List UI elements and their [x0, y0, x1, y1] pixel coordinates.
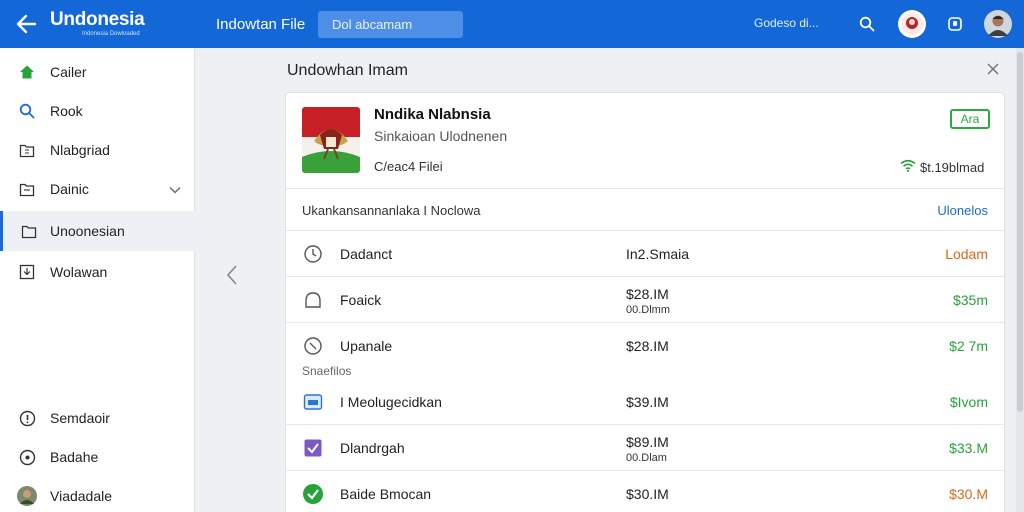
timer-icon	[302, 243, 324, 265]
download-icon	[0, 264, 50, 280]
status-badge[interactable]: Ara	[950, 109, 990, 129]
chevron-down-icon[interactable]	[169, 181, 181, 197]
panel-title: Undowhan Imam	[287, 62, 408, 79]
item-size: $28.IM 00.Dlmm	[626, 286, 670, 318]
sidebar-item-unoonesian[interactable]: Unoonesian	[0, 211, 195, 251]
item-size-sub: 00.Dlam	[626, 452, 667, 464]
item-name: Foaick	[340, 292, 382, 308]
item-size: $89.IM 00.Dlam	[626, 434, 669, 466]
list-item[interactable]: Dlandrgah $89.IM 00.Dlam $33.M	[286, 425, 1004, 471]
avatar	[0, 486, 50, 506]
sidebar-item-label: Badahe	[50, 449, 99, 465]
section-bar: Ukankansannanlaka I Noclowa Ulonelos	[286, 189, 1004, 231]
sidebar-item-label: Wolawan	[50, 264, 108, 280]
list-item[interactable]: Upanale $28.IM $2 7m	[286, 323, 1004, 369]
item-size: $30.IM	[626, 486, 669, 502]
sidebar-item-viadadale[interactable]: Viadadale	[0, 476, 195, 512]
check-box-icon	[302, 437, 324, 459]
folder-icon	[0, 182, 50, 197]
window-icon	[302, 391, 324, 413]
sidebar-item-semdaoir[interactable]: Semdaoir	[0, 398, 195, 438]
sidebar-item-label: Cailer	[50, 64, 87, 80]
search-icon[interactable]	[853, 10, 881, 38]
item-size: In2.Smaia	[626, 246, 690, 262]
item-name: Upanale	[340, 338, 393, 354]
wifi-icon	[900, 159, 916, 175]
app-header: Nndika Nlabnsia Sinkaioan Ulodnenen C/ea…	[286, 93, 1004, 189]
gauge-icon	[302, 335, 324, 357]
app-name: Nndika Nlabnsia	[374, 106, 491, 123]
info-icon	[0, 410, 50, 427]
top-bar: Undonesia Indonesia Dowloaded Indowtan F…	[0, 0, 1024, 48]
close-icon[interactable]	[986, 62, 1000, 81]
home-icon	[0, 64, 50, 80]
item-size: $39.IM	[626, 394, 669, 410]
sidebar-item-label: Viadadale	[50, 488, 113, 504]
list-item[interactable]: I Meolugecidkan $39.IM $Ivom	[286, 379, 1004, 425]
sidebar-item-label: Rook	[50, 103, 83, 119]
download-card: Nndika Nlabnsia Sinkaioan Ulodnenen C/ea…	[285, 92, 1005, 512]
sidebar-item-label: Semdaoir	[50, 410, 110, 426]
list-item[interactable]: Dadanct In2.Smaia Lodam	[286, 231, 1004, 277]
app-logo	[302, 107, 360, 173]
sidebar-item-label: Nlabgriad	[50, 142, 110, 158]
item-size-main: $89.IM	[626, 434, 669, 450]
folder-icon	[3, 224, 50, 239]
cloud-icon	[302, 289, 324, 311]
sidebar-item-label: Unoonesian	[50, 223, 125, 239]
search-input[interactable]: Dol abcamam	[318, 10, 463, 38]
item-price: $30.M	[949, 486, 988, 502]
user-avatar[interactable]	[984, 10, 1012, 38]
item-price: $2 7m	[949, 338, 988, 354]
item-size: $28.IM	[626, 338, 669, 354]
check-circle-icon	[302, 483, 324, 505]
item-price: $33.M	[949, 440, 988, 456]
list-item[interactable]: Baide Bmocan $30.IM $30.M	[286, 471, 1004, 512]
sidebar-item-badahe[interactable]: Badahe	[0, 437, 195, 477]
sidebar-item-label: Dainic	[50, 181, 89, 197]
app-description: Sinkaioan Ulodnenen	[374, 128, 508, 144]
app-speed-label: $t.19blmad	[920, 159, 985, 175]
section-label: Ukankansannanlaka I Noclowa	[302, 203, 481, 218]
item-price: $35m	[952, 292, 988, 308]
sidebar-item-dainic[interactable]: Dainic	[0, 169, 195, 209]
sidebar-item-rook[interactable]: Rook	[0, 91, 195, 131]
chevron-left-icon[interactable]	[226, 264, 238, 291]
item-name: Dadanct	[340, 246, 393, 262]
app-files: C/eac4 Filei	[374, 159, 443, 174]
item-price: $Ivom	[949, 394, 988, 410]
sidebar-item-cailer[interactable]: Cailer	[0, 52, 195, 92]
page-crumb[interactable]: Indowtan File	[216, 16, 316, 33]
subhead: Snaefilos	[302, 364, 352, 378]
sidebar-item-nlabgriad[interactable]: Nlabgriad	[0, 130, 195, 170]
sidebar-item-wolawan[interactable]: Wolawan	[0, 252, 195, 292]
back-arrow-icon[interactable]	[6, 0, 46, 48]
item-price: Lodam	[945, 246, 988, 262]
item-size-sub: 00.Dlmm	[626, 304, 671, 316]
item-name: Dlandrgah	[340, 440, 405, 456]
scrollbar-thumb[interactable]	[1017, 52, 1023, 412]
section-link[interactable]: Ulonelos	[937, 203, 988, 218]
brand-tagline: Indonesia Dowloaded	[82, 31, 140, 37]
status-text: Godeso di...	[754, 16, 819, 30]
folder-icon	[0, 143, 50, 158]
location-icon	[0, 449, 50, 466]
notification-icon[interactable]	[941, 10, 969, 38]
search-icon	[0, 103, 50, 119]
item-name: I Meolugecidkan	[340, 394, 442, 410]
brand-title: Undonesia	[50, 9, 145, 30]
item-size-main: $28.IM	[626, 286, 669, 302]
sidebar: Cailer Rook Nlabgriad Dainic Unoonesian …	[0, 48, 195, 512]
app-speed: $t.19blmad	[900, 159, 984, 175]
brand[interactable]: Undonesia Indonesia Dowloaded	[50, 10, 200, 38]
list-item[interactable]: Foaick $28.IM 00.Dlmm $35m	[286, 277, 1004, 323]
item-name: Baide Bmocan	[340, 486, 432, 502]
flag-avatar[interactable]	[898, 10, 926, 38]
